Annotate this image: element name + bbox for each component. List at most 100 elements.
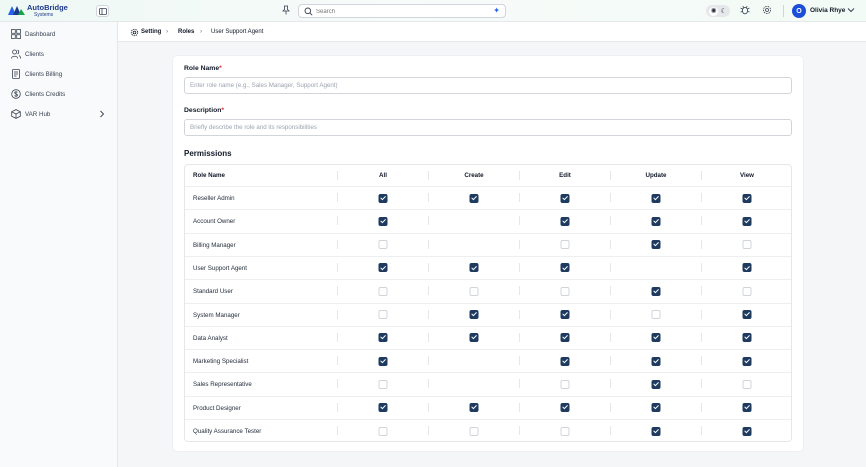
update-permission-checkbox[interactable] bbox=[651, 356, 661, 366]
create-permission-checkbox[interactable] bbox=[469, 403, 479, 413]
create-permission-checkbox[interactable] bbox=[469, 310, 479, 319]
column-separator bbox=[610, 332, 611, 342]
view-permission-checkbox[interactable] bbox=[742, 379, 752, 389]
sidebar-toggle-button[interactable] bbox=[96, 5, 109, 17]
edit-permission-checkbox[interactable] bbox=[560, 403, 570, 413]
user-name[interactable]: Olivia Rhye bbox=[810, 7, 845, 14]
view-permission-checkbox[interactable] bbox=[742, 426, 752, 436]
all-permission-checkbox[interactable] bbox=[378, 286, 388, 296]
view-permission-checkbox[interactable] bbox=[742, 193, 752, 203]
create-permission-checkbox[interactable] bbox=[469, 193, 479, 203]
all-permission-checkbox[interactable] bbox=[378, 193, 388, 203]
view-permission-checkbox[interactable] bbox=[742, 240, 752, 250]
all-permission-checkbox[interactable] bbox=[378, 263, 388, 273]
all-permission-checkbox[interactable] bbox=[378, 379, 388, 389]
required-mark: * bbox=[219, 65, 222, 72]
theme-toggle[interactable]: ✺ ☾ bbox=[706, 5, 730, 17]
breadcrumb-setting[interactable]: Setting bbox=[141, 29, 161, 35]
column-separator bbox=[701, 356, 702, 366]
all-permission-checkbox[interactable] bbox=[378, 240, 388, 250]
column-separator bbox=[701, 193, 702, 202]
sidebar-item-dashboard[interactable]: Dashboard bbox=[0, 26, 118, 42]
permissions-table: Role Name All Create Edit Update View Re… bbox=[184, 164, 792, 442]
view-permission-checkbox[interactable] bbox=[742, 333, 752, 343]
column-separator bbox=[610, 402, 611, 412]
search-input[interactable] bbox=[316, 7, 476, 16]
create-permission-checkbox[interactable] bbox=[469, 426, 479, 436]
sidebar-item-clients-credits[interactable]: Clients Credits bbox=[0, 86, 118, 102]
edit-permission-checkbox[interactable] bbox=[560, 240, 570, 250]
column-separator bbox=[519, 286, 520, 296]
update-permission-checkbox[interactable] bbox=[651, 240, 661, 250]
edit-permission-checkbox[interactable] bbox=[560, 216, 570, 226]
all-permission-checkbox[interactable] bbox=[378, 356, 388, 366]
column-separator bbox=[701, 379, 702, 389]
all-permission-checkbox[interactable] bbox=[378, 426, 388, 436]
column-header-view: View bbox=[740, 172, 754, 179]
sidebar-item-clients-billing[interactable]: Clients Billing bbox=[0, 66, 118, 82]
view-permission-checkbox[interactable] bbox=[742, 216, 752, 226]
ai-sparkle-icon[interactable]: ✦ bbox=[493, 6, 500, 15]
update-permission-checkbox[interactable] bbox=[651, 310, 661, 319]
edit-permission-checkbox[interactable] bbox=[560, 333, 570, 343]
edit-permission-checkbox[interactable] bbox=[560, 286, 570, 296]
all-permission-checkbox[interactable] bbox=[378, 333, 388, 343]
brand-logo[interactable]: AutoBridge Systems bbox=[8, 4, 68, 19]
table-row: User Support Agent bbox=[185, 255, 791, 279]
bug-icon[interactable] bbox=[740, 5, 750, 17]
column-separator bbox=[701, 171, 702, 180]
view-permission-checkbox[interactable] bbox=[742, 310, 752, 319]
update-permission-checkbox[interactable] bbox=[651, 379, 661, 389]
chevron-down-icon[interactable] bbox=[846, 5, 856, 15]
update-permission-checkbox[interactable] bbox=[651, 193, 661, 203]
role-name-input[interactable] bbox=[184, 77, 792, 94]
pin-icon[interactable] bbox=[282, 5, 290, 17]
create-permission-checkbox[interactable] bbox=[469, 333, 479, 343]
search-box[interactable]: ✦ bbox=[298, 4, 506, 18]
column-separator bbox=[701, 402, 702, 412]
edit-permission-checkbox[interactable] bbox=[560, 310, 570, 319]
view-permission-checkbox[interactable] bbox=[742, 356, 752, 366]
gear-icon[interactable] bbox=[762, 5, 772, 17]
column-separator bbox=[610, 216, 611, 226]
edit-permission-checkbox[interactable] bbox=[560, 379, 570, 389]
column-separator bbox=[610, 239, 611, 249]
description-input[interactable] bbox=[184, 119, 792, 136]
create-permission-checkbox[interactable] bbox=[469, 286, 479, 296]
sidebar-item-clients[interactable]: Clients bbox=[0, 46, 118, 62]
column-separator bbox=[519, 309, 520, 319]
all-permission-checkbox[interactable] bbox=[378, 403, 388, 413]
all-permission-checkbox[interactable] bbox=[378, 216, 388, 226]
avatar[interactable]: O bbox=[792, 4, 806, 18]
edit-permission-checkbox[interactable] bbox=[560, 193, 570, 203]
column-separator bbox=[428, 356, 429, 366]
edit-permission-checkbox[interactable] bbox=[560, 263, 570, 273]
column-separator bbox=[337, 402, 338, 412]
column-header-create: Create bbox=[464, 172, 484, 179]
update-permission-checkbox[interactable] bbox=[651, 403, 661, 413]
column-separator bbox=[701, 216, 702, 226]
role-name-cell: Standard User bbox=[193, 288, 233, 296]
column-separator bbox=[701, 426, 702, 435]
edit-permission-checkbox[interactable] bbox=[560, 356, 570, 366]
update-permission-checkbox[interactable] bbox=[651, 286, 661, 296]
table-row: Reseller Admin bbox=[185, 186, 791, 209]
create-permission-checkbox[interactable] bbox=[469, 263, 479, 273]
all-permission-checkbox[interactable] bbox=[378, 310, 388, 319]
required-mark: * bbox=[221, 107, 225, 114]
column-separator bbox=[519, 216, 520, 226]
column-separator bbox=[428, 332, 429, 342]
edit-permission-checkbox[interactable] bbox=[560, 426, 570, 436]
update-permission-checkbox[interactable] bbox=[651, 426, 661, 436]
view-permission-checkbox[interactable] bbox=[742, 263, 752, 273]
breadcrumb-roles[interactable]: Roles bbox=[178, 29, 194, 35]
sidebar-item-var-hub[interactable]: VAR Hub bbox=[0, 106, 118, 122]
update-permission-checkbox[interactable] bbox=[651, 216, 661, 226]
column-separator bbox=[519, 193, 520, 202]
role-name-cell: Data Analyst bbox=[193, 334, 228, 342]
update-permission-checkbox[interactable] bbox=[651, 333, 661, 343]
view-permission-checkbox[interactable] bbox=[742, 286, 752, 296]
column-separator bbox=[519, 356, 520, 366]
view-permission-checkbox[interactable] bbox=[742, 403, 752, 413]
moon-icon: ☾ bbox=[720, 7, 727, 15]
